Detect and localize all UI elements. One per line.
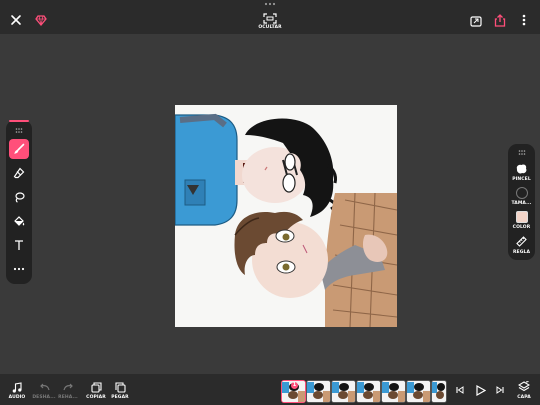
- paste-label: PEGAR: [111, 395, 129, 400]
- eraser-tool-button[interactable]: [9, 163, 29, 183]
- brush-shape-button[interactable]: [514, 162, 529, 176]
- frame-thumbnail[interactable]: [431, 380, 447, 403]
- redo-icon: [62, 383, 73, 391]
- brush-icon: [14, 143, 25, 154]
- copy-icon: [90, 381, 102, 393]
- copy-label: COPIAR: [86, 395, 106, 400]
- play-button[interactable]: [473, 383, 487, 397]
- more-horiz-icon: [13, 267, 25, 271]
- undo-icon: [39, 383, 50, 391]
- paste-icon: [114, 381, 126, 393]
- ruler-label: REGLA: [512, 250, 531, 255]
- lasso-icon: [15, 192, 25, 203]
- export-icon[interactable]: [469, 14, 483, 28]
- text-tool-button[interactable]: [9, 235, 29, 255]
- frame-thumbnail[interactable]: 1: [281, 380, 306, 403]
- paint-bucket-icon: [14, 216, 25, 226]
- brush-size-button[interactable]: [516, 187, 528, 199]
- redo-button[interactable]: [61, 381, 75, 393]
- ruler-button[interactable]: [515, 235, 528, 247]
- music-note-icon: [12, 381, 22, 393]
- skip-next-icon: [496, 386, 504, 394]
- frame-thumbnail[interactable]: [306, 380, 331, 403]
- more-tools-button[interactable]: [9, 259, 29, 279]
- tool-panel: [6, 120, 32, 284]
- frame-thumbnail[interactable]: [331, 380, 356, 403]
- frame-thumbnail[interactable]: [356, 380, 381, 403]
- drag-handle-icon[interactable]: [12, 126, 26, 134]
- size-label: TAMA...: [511, 201, 532, 206]
- brush-settings-panel: PINCEL TAMA... COLOR REGLA: [508, 144, 535, 260]
- audio-label: AUDIO: [8, 395, 26, 400]
- frame-thumbnail[interactable]: [406, 380, 431, 403]
- drawing-canvas[interactable]: [174, 105, 398, 328]
- hide-label: OCULTAR: [258, 25, 282, 30]
- color-label: COLOR: [512, 225, 531, 230]
- skip-previous-icon: [456, 386, 464, 394]
- paste-button[interactable]: [113, 381, 127, 393]
- layers-label: CAPA: [517, 395, 531, 400]
- close-icon[interactable]: [9, 13, 23, 27]
- audio-button[interactable]: [10, 381, 24, 393]
- handle-dots-icon: [262, 1, 278, 7]
- share-icon[interactable]: [493, 13, 507, 27]
- tool-panel-accent: [9, 120, 29, 122]
- fill-tool-button[interactable]: [9, 211, 29, 231]
- hide-interface-button[interactable]: [262, 12, 278, 24]
- brush-label: PINCEL: [512, 177, 531, 182]
- copy-button[interactable]: [89, 381, 103, 393]
- layers-button[interactable]: [517, 380, 531, 393]
- previous-frame-button[interactable]: [454, 384, 466, 396]
- frame-thumbnail[interactable]: [381, 380, 406, 403]
- undo-button[interactable]: [37, 381, 51, 393]
- play-icon: [475, 384, 486, 396]
- layers-icon: [518, 380, 530, 391]
- eraser-icon: [13, 167, 25, 179]
- brush-tool-button[interactable]: [9, 139, 29, 159]
- color-swatch-button[interactable]: [516, 211, 528, 223]
- redo-label: REHA...: [58, 395, 78, 400]
- text-icon: [15, 240, 23, 250]
- next-frame-button[interactable]: [494, 384, 506, 396]
- lasso-tool-button[interactable]: [9, 187, 29, 207]
- selected-frame-badge: 1: [291, 382, 298, 389]
- undo-label: DESHA...: [32, 395, 56, 400]
- more-vert-icon[interactable]: [518, 13, 530, 27]
- brush-shape-icon: [516, 164, 527, 174]
- gem-icon[interactable]: [34, 13, 48, 27]
- drag-handle-icon[interactable]: [515, 148, 529, 156]
- ruler-icon: [516, 235, 527, 247]
